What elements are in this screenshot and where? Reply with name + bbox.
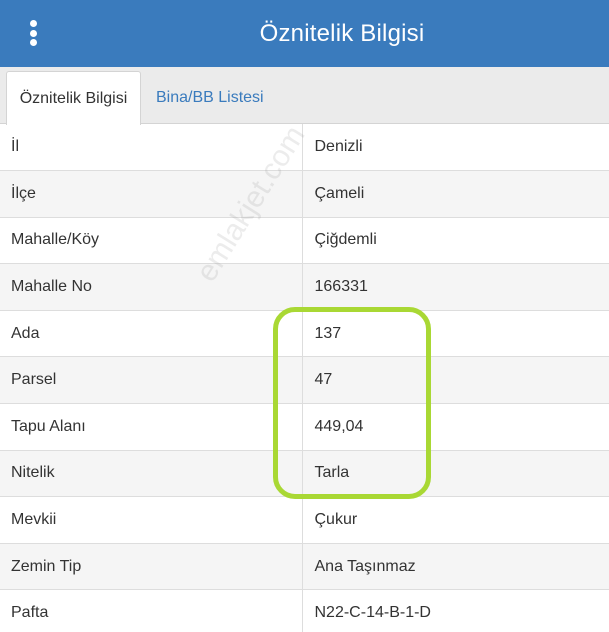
table-row: Parsel 47: [0, 356, 609, 405]
table-row: Zemin Tip Ana Taşınmaz: [0, 543, 609, 591]
table-row: Tapu Alanı 449,04: [0, 403, 609, 451]
table-row: Nitelik Tarla: [0, 450, 609, 498]
table-row: İlçe Çameli: [0, 170, 609, 218]
row-value: Çukur: [302, 496, 609, 544]
row-key: Mahalle No: [0, 263, 303, 311]
row-key: Pafta: [0, 589, 303, 632]
row-key: Mahalle/Köy: [0, 217, 303, 265]
row-value: Ana Taşınmaz: [302, 543, 609, 591]
tab-bina-bb-listesi[interactable]: Bina/BB Listesi: [156, 71, 264, 125]
row-value: Çiğdemli: [302, 217, 609, 265]
table-row: Pafta N22-C-14-B-1-D: [0, 589, 609, 632]
row-key: İl: [0, 124, 303, 172]
table-row: Mahalle No 166331: [0, 263, 609, 311]
row-key: Mevkii: [0, 496, 303, 544]
app-header: Öznitelik Bilgisi: [0, 0, 609, 67]
attribute-table: İl Denizli İlçe Çameli Mahalle/Köy Çiğde…: [0, 124, 609, 632]
page-title: Öznitelik Bilgisi: [259, 19, 425, 47]
tab-oznitelik-bilgisi[interactable]: Öznitelik Bilgisi: [6, 71, 141, 125]
row-key: Zemin Tip: [0, 543, 303, 591]
row-key: Ada: [0, 310, 303, 358]
row-value: Çameli: [302, 170, 609, 218]
row-value: Denizli: [302, 124, 609, 172]
row-value: 47: [302, 356, 609, 405]
row-key: Parsel: [0, 356, 303, 405]
row-value: N22-C-14-B-1-D: [302, 589, 609, 632]
row-key: İlçe: [0, 170, 303, 218]
table-row: Mevkii Çukur: [0, 496, 609, 544]
table-row: İl Denizli: [0, 124, 609, 172]
row-value: 449,04: [302, 403, 609, 451]
row-key: Tapu Alanı: [0, 403, 303, 451]
tab-bar: Öznitelik Bilgisi Bina/BB Listesi: [0, 67, 609, 125]
row-value: 166331: [302, 263, 609, 311]
table-row: Ada 137: [0, 310, 609, 358]
row-value: Tarla: [302, 450, 609, 498]
table-row: Mahalle/Köy Çiğdemli: [0, 217, 609, 265]
row-key: Nitelik: [0, 450, 303, 498]
row-value: 137: [302, 310, 609, 358]
